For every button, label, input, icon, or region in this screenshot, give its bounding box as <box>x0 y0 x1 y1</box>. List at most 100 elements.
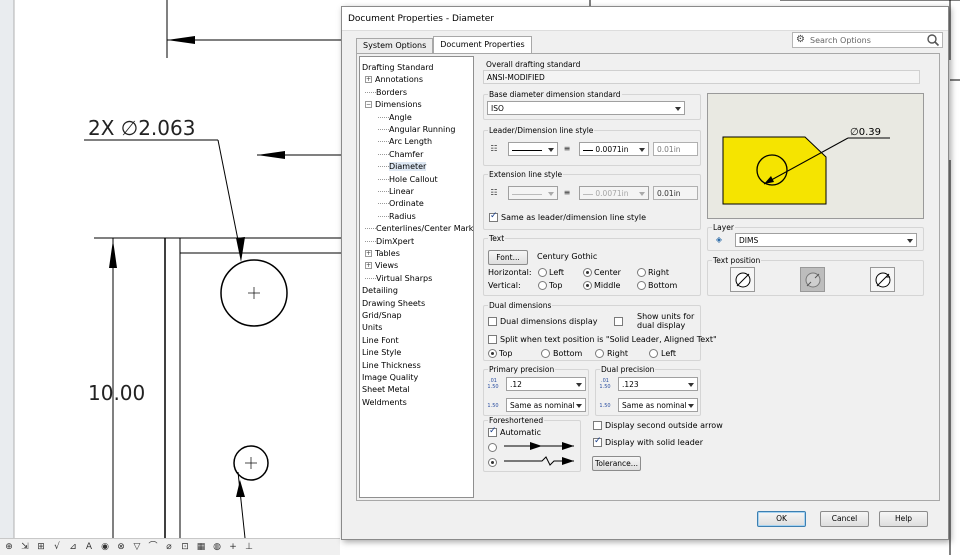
tree-item-drawing-sheets[interactable]: Drawing Sheets <box>362 298 425 310</box>
layer-select[interactable]: DIMS <box>735 233 917 247</box>
horizontal-left-radio[interactable] <box>538 268 547 277</box>
expand-icon[interactable]: + <box>365 262 372 270</box>
text-position-broken-leader-button[interactable] <box>800 267 825 292</box>
horizontal-dimension-icon[interactable]: ⇲ <box>18 541 32 553</box>
dual-tolerance-precision-select[interactable]: Same as nominal <box>618 398 698 412</box>
center-mark-icon[interactable]: + <box>226 541 240 553</box>
leader-thickness-select[interactable]: 0.0071in <box>579 142 649 156</box>
tree-item-line-thickness[interactable]: Line Thickness <box>362 360 421 372</box>
cancel-button[interactable]: Cancel <box>820 511 869 527</box>
leader-line-style-select[interactable] <box>508 142 558 156</box>
tree-item-arc-length[interactable]: Arc Length <box>378 136 432 148</box>
tree-item-tables[interactable]: + Tables <box>365 248 400 260</box>
split-checkbox[interactable] <box>488 335 497 344</box>
line-style-icon: ☷ <box>490 144 498 153</box>
dual-display-label: Dual dimensions display <box>500 317 598 326</box>
search-options-input[interactable]: ⚙ Search Options <box>792 32 943 48</box>
show-units-checkbox[interactable] <box>614 317 623 326</box>
tree-item-label: Ordinate <box>389 199 424 209</box>
tree-item-sheet-metal[interactable]: Sheet Metal <box>362 384 410 396</box>
expand-icon[interactable]: + <box>365 76 372 84</box>
chamfer-dimension-icon[interactable]: ⊿ <box>66 541 80 553</box>
tree-item-views[interactable]: + Views <box>365 260 398 272</box>
dialog-titlebar[interactable]: Document Properties - Diameter <box>342 7 948 31</box>
display-solid-leader-checkbox[interactable] <box>593 436 602 447</box>
primary-precision-select[interactable]: .12 <box>506 377 586 391</box>
base-standard-select[interactable]: ISO <box>487 101 685 115</box>
hole-callout-icon[interactable]: ⌀ <box>162 541 176 553</box>
foreshortened-style2-radio[interactable] <box>488 458 497 467</box>
tree-item-centerlines-center-marks[interactable]: Centerlines/Center Marks <box>365 223 473 235</box>
tree-item-dimensions[interactable]: − Dimensions <box>365 99 422 111</box>
tree-item-detailing[interactable]: Detailing <box>362 285 398 297</box>
font-button[interactable]: Font... <box>488 250 528 265</box>
dual-top-radio[interactable] <box>488 349 497 358</box>
vertical-middle-radio[interactable] <box>583 281 592 290</box>
tree-item-borders[interactable]: Borders <box>365 87 407 99</box>
extension-thickness-select[interactable]: 0.0071in <box>579 186 649 200</box>
auto-balloon-icon[interactable]: ⊗ <box>114 541 128 553</box>
text-position-solid-leader-button[interactable] <box>730 267 755 292</box>
tree-item-angle[interactable]: Angle <box>378 112 412 124</box>
weld-symbol-icon[interactable]: ⌒ <box>146 541 160 553</box>
tab-system-options[interactable]: System Options <box>356 38 434 53</box>
help-button[interactable]: Help <box>879 511 928 527</box>
tree-item-hole-callout[interactable]: Hole Callout <box>378 174 438 186</box>
extension-line-style-select[interactable] <box>508 186 558 200</box>
same-as-leader-checkbox[interactable] <box>489 211 498 222</box>
tab-document-properties[interactable]: Document Properties <box>433 36 532 53</box>
hole-callout-text[interactable]: 2X ∅2.063 <box>88 116 195 140</box>
leader-custom-thickness-field[interactable]: 0.01in <box>653 142 698 156</box>
datum-target-icon[interactable]: ◍ <box>210 541 224 553</box>
dual-display-checkbox[interactable] <box>488 317 497 326</box>
text-position-horizontal-button[interactable] <box>870 267 895 292</box>
expand-icon[interactable]: + <box>365 250 372 257</box>
tree-item-image-quality[interactable]: Image Quality <box>362 372 418 384</box>
display-second-arrow-checkbox[interactable] <box>593 421 602 430</box>
centerline-icon[interactable]: ⊥ <box>242 541 256 553</box>
height-dimension-text[interactable]: 10.00 <box>88 381 145 405</box>
tree-item-grid-snap[interactable]: Grid/Snap <box>362 310 402 322</box>
balloon-icon[interactable]: ◉ <box>98 541 112 553</box>
tree-item-dimxpert[interactable]: DimXpert <box>365 236 414 248</box>
vertical-bottom-radio[interactable] <box>637 281 646 290</box>
gear-icon[interactable]: ⚙ <box>796 34 805 45</box>
note-icon[interactable]: A <box>82 541 96 553</box>
tree-item-drafting-standard[interactable]: Drafting Standard <box>362 62 433 74</box>
tree-item-label: Annotations <box>375 75 424 85</box>
collapse-icon[interactable]: − <box>365 101 372 109</box>
tree-item-diameter[interactable]: Diameter <box>378 161 427 173</box>
automatic-checkbox[interactable] <box>488 426 497 437</box>
tree-item-linear[interactable]: Linear <box>378 186 414 198</box>
ok-button[interactable]: OK <box>757 511 806 527</box>
tree-item-angular-running[interactable]: Angular Running <box>378 124 455 136</box>
options-tree[interactable]: Drafting Standard + Annotations Borders − Dim… <box>359 56 474 498</box>
extension-custom-thickness-field[interactable]: 0.01in <box>653 186 698 200</box>
tree-item-weldments[interactable]: Weldments <box>362 397 407 409</box>
primary-tolerance-precision-select[interactable]: Same as nominal <box>506 398 586 412</box>
tree-item-radius[interactable]: Radius <box>378 211 416 223</box>
ordinate-dimension-icon[interactable]: √ <box>50 541 64 553</box>
smart-dimension-icon[interactable]: ⊕ <box>2 541 16 553</box>
tree-item-line-font[interactable]: Line Font <box>362 335 399 347</box>
tree-item-ordinate[interactable]: Ordinate <box>378 198 424 210</box>
dual-precision-select[interactable]: .123 <box>618 377 698 391</box>
dual-right-radio[interactable] <box>595 349 604 358</box>
tolerance-button[interactable]: Tolerance... <box>592 456 641 471</box>
search-icon[interactable] <box>926 33 940 47</box>
vertical-dimension-icon[interactable]: ⊞ <box>34 541 48 553</box>
horizontal-center-radio[interactable] <box>583 268 592 277</box>
tree-item-annotations[interactable]: + Annotations <box>365 74 423 86</box>
tree-item-units[interactable]: Units <box>362 322 382 334</box>
surface-finish-icon[interactable]: ▽ <box>130 541 144 553</box>
tree-item-chamfer[interactable]: Chamfer <box>378 149 423 161</box>
tree-item-virtual-sharps[interactable]: Virtual Sharps <box>365 273 432 285</box>
dual-left-radio[interactable] <box>649 349 658 358</box>
dual-bottom-radio[interactable] <box>541 349 550 358</box>
vertical-top-radio[interactable] <box>538 281 547 290</box>
datum-feature-icon[interactable]: ▦ <box>194 541 208 553</box>
horizontal-right-radio[interactable] <box>637 268 646 277</box>
tree-item-line-style[interactable]: Line Style <box>362 347 401 359</box>
geometric-tolerance-icon[interactable]: ⊡ <box>178 541 192 553</box>
foreshortened-style1-radio[interactable] <box>488 443 497 452</box>
